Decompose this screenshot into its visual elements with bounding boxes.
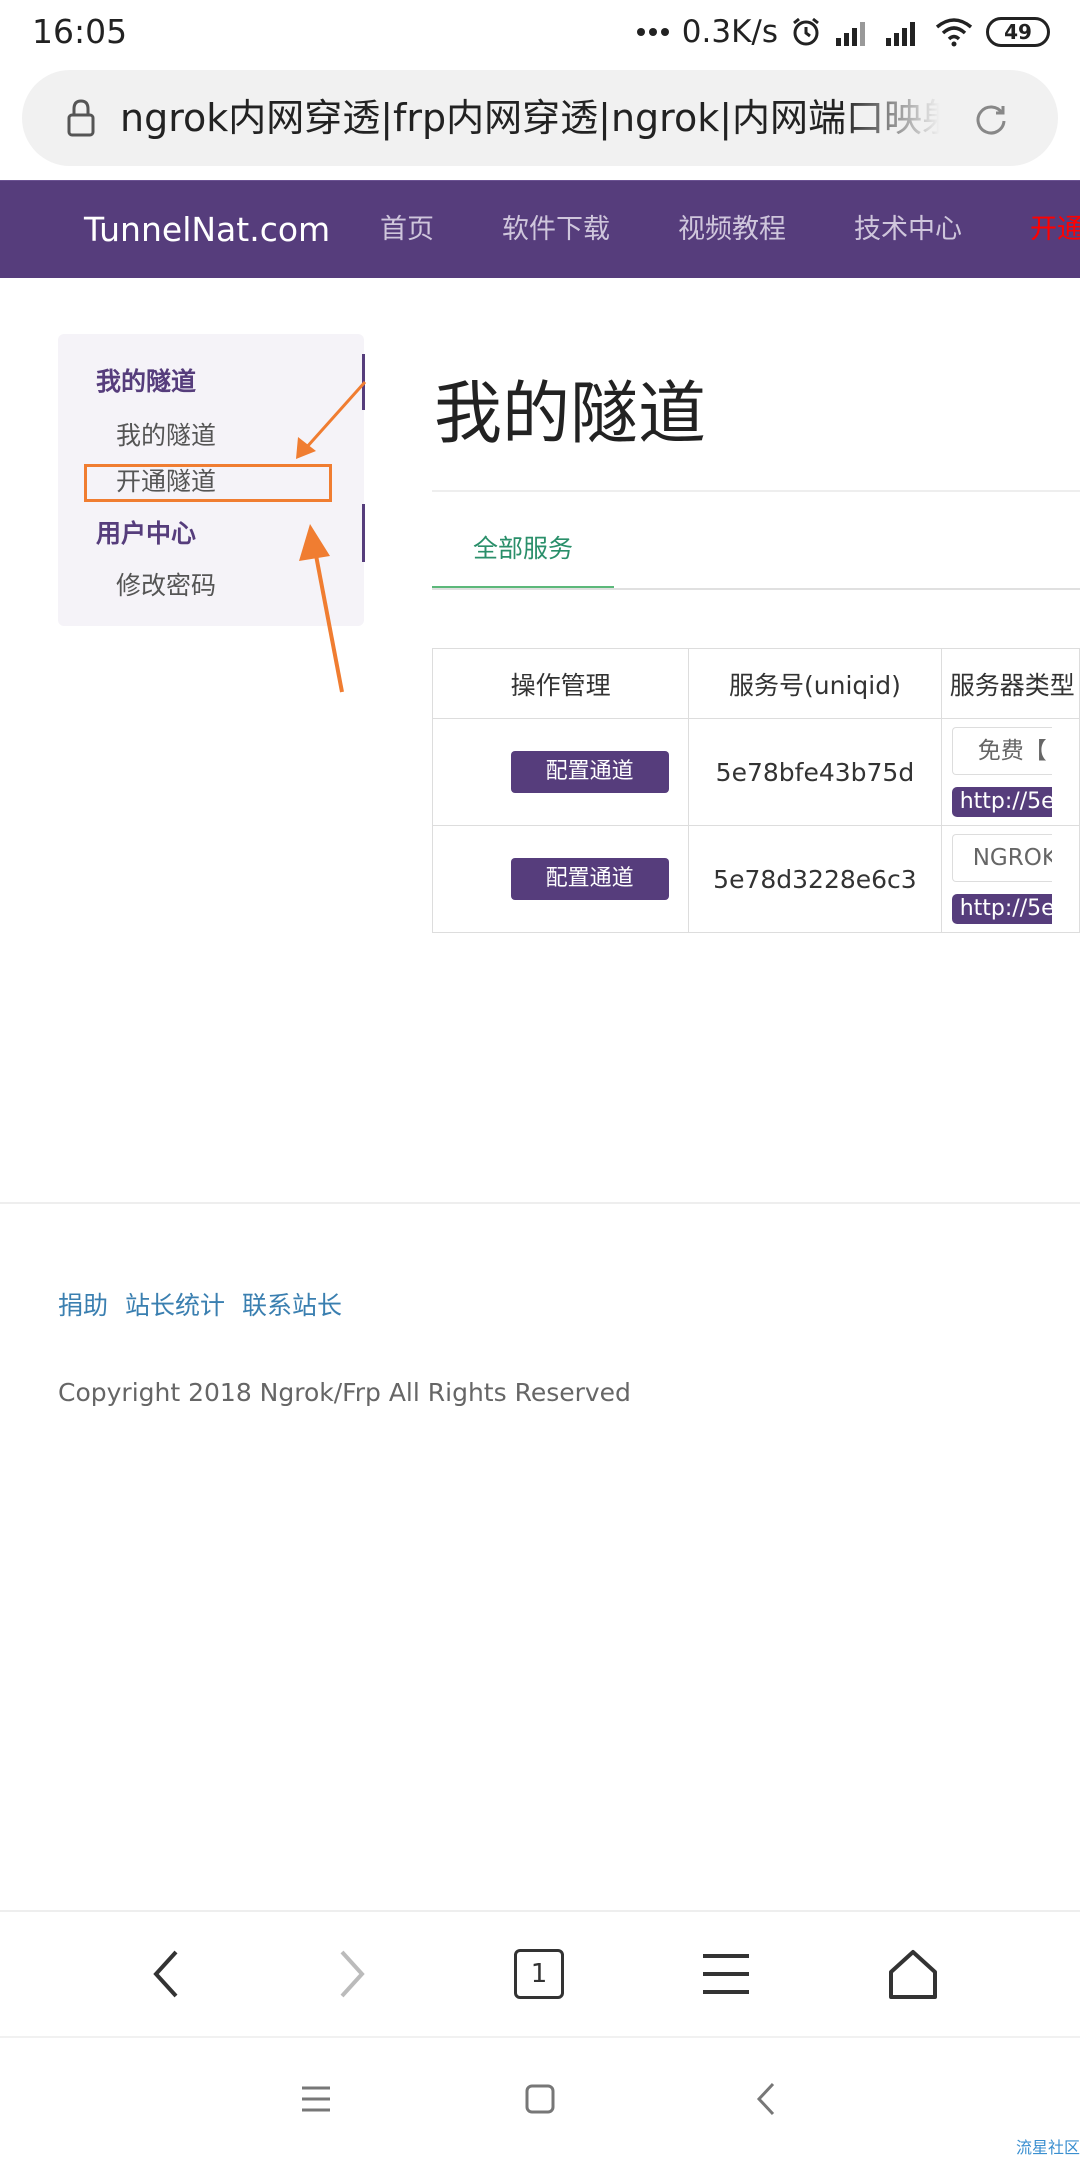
table-row: 配置通道 5e78d3228e6c3 NGROK http://5e xyxy=(431,825,1080,933)
divider xyxy=(432,588,1080,590)
table-header-row: 操作管理 服务号(uniqid) 服务器类型 xyxy=(431,648,1080,719)
copyright-text: Copyright 2018 Ngrok/Frp All Rights Rese… xyxy=(58,1378,631,1407)
tab-all-services[interactable]: 全部服务 xyxy=(432,520,614,590)
forward-button[interactable] xyxy=(292,1912,412,2036)
annotation-arrows xyxy=(296,381,367,693)
column-header-server-type: 服务器类型 xyxy=(940,648,1080,719)
browser-toolbar: 1 xyxy=(0,1912,1080,2036)
signal-icon xyxy=(836,22,865,46)
forward-icon xyxy=(340,1950,365,1998)
back-button[interactable] xyxy=(106,1912,226,2036)
site-navbar: TunnelNat.com 首页 软件下载 视频教程 技术中心 开通隧道 xyxy=(0,180,1080,278)
annotation-highlight-box xyxy=(84,464,332,502)
page-title: 我的隧道 xyxy=(434,375,707,454)
nav-item-home[interactable]: 首页 xyxy=(380,181,434,278)
battery-icon: 49 xyxy=(986,17,1050,47)
dots-icon xyxy=(636,28,669,36)
status-bar: 16:05 0.3K/s 49 xyxy=(0,0,1080,66)
tunnel-url-badge[interactable]: http://5e xyxy=(951,894,1052,924)
configure-channel-button[interactable]: 配置通道 xyxy=(510,751,669,793)
divider xyxy=(432,490,1080,492)
reload-icon[interactable] xyxy=(972,100,1010,138)
system-home-button[interactable] xyxy=(490,2038,590,2160)
sidebar-heading-tunnels: 我的隧道 xyxy=(96,367,197,396)
uniqid-cell: 5e78d3228e6c3 xyxy=(688,825,942,933)
sidebar-active-bar xyxy=(362,504,365,562)
address-bar[interactable]: ngrok内网穿透|frp内网穿透|ngrok|内网端口映射 xyxy=(22,70,1058,166)
watermark: 流星社区 xyxy=(1015,2138,1080,2157)
site-brand[interactable]: TunnelNat.com xyxy=(84,181,330,278)
configure-channel-button[interactable]: 配置通道 xyxy=(510,858,669,900)
column-header-uniqid: 服务号(uniqid) xyxy=(688,648,942,719)
action-cell: 配置通道 xyxy=(431,825,690,933)
home-icon xyxy=(889,1950,937,1999)
footer-link-contact[interactable]: 联系站长 xyxy=(242,1291,342,1320)
system-nav-bar: 流星社区 xyxy=(0,2038,1080,2160)
server-type-select[interactable]: 免费【 xyxy=(951,727,1052,775)
lock-icon xyxy=(67,99,95,137)
url-title[interactable]: ngrok内网穿透|frp内网穿透|ngrok|内网端口映射 xyxy=(120,90,940,146)
nav-item-download[interactable]: 软件下载 xyxy=(502,181,610,278)
sidebar-active-bar xyxy=(362,354,365,410)
nav-item-open-tunnel[interactable]: 开通隧道 xyxy=(1030,181,1080,278)
square-home-icon xyxy=(525,2084,555,2114)
recents-icon xyxy=(302,2086,330,2112)
nav-item-tech-center[interactable]: 技术中心 xyxy=(854,181,962,278)
home-button[interactable] xyxy=(853,1912,973,2036)
alarm-icon xyxy=(793,17,819,46)
system-back-button[interactable] xyxy=(716,2038,816,2160)
sidebar-heading-user-center: 用户中心 xyxy=(96,519,197,548)
services-table: 操作管理 服务号(uniqid) 服务器类型 配置通道 5e78bfe43b75… xyxy=(431,648,1080,933)
footer-link-stats[interactable]: 站长统计 xyxy=(125,1291,225,1320)
menu-button[interactable] xyxy=(666,1912,786,2036)
back-icon xyxy=(153,1950,178,1998)
footer-link-donate[interactable]: 捐助 xyxy=(58,1291,108,1320)
tunnel-url-badge[interactable]: http://5e xyxy=(951,787,1052,817)
status-time: 16:05 xyxy=(32,12,128,51)
sidebar-item-my-tunnels[interactable]: 我的隧道 xyxy=(116,416,216,452)
status-icons: 0.3K/s 49 xyxy=(636,12,1050,52)
column-header-actions: 操作管理 xyxy=(431,648,690,719)
server-type-cell: 免费【 http://5e xyxy=(940,718,1080,826)
server-type-cell: NGROK http://5e xyxy=(940,825,1080,933)
screen: 16:05 0.3K/s 49 ngrok内网穿透|frp内网穿透|ngrok|… xyxy=(0,0,1080,2160)
table-row: 配置通道 5e78bfe43b75d 免费【 http://5e xyxy=(431,718,1080,826)
net-speed: 0.3K/s xyxy=(681,14,778,50)
wifi-icon xyxy=(935,18,973,47)
tabs-button[interactable]: 1 xyxy=(479,1912,599,2036)
signal-icon xyxy=(886,22,915,46)
nav-item-video-tutorial[interactable]: 视频教程 xyxy=(678,181,786,278)
sidebar-item-change-password[interactable]: 修改密码 xyxy=(116,566,216,602)
nav-menu: 首页 软件下载 视频教程 技术中心 开通隧道 xyxy=(380,181,1080,278)
system-back-icon xyxy=(756,2082,775,2116)
action-cell: 配置通道 xyxy=(431,718,690,826)
menu-icon xyxy=(703,1954,749,1994)
recents-button[interactable] xyxy=(266,2038,366,2160)
uniqid-cell: 5e78bfe43b75d xyxy=(688,718,942,826)
footer-links: 捐助 站长统计 联系站长 xyxy=(58,1286,351,1322)
tab-count: 1 xyxy=(514,1949,564,1999)
footer-divider xyxy=(0,1202,1080,1204)
server-type-select[interactable]: NGROK xyxy=(951,834,1052,882)
